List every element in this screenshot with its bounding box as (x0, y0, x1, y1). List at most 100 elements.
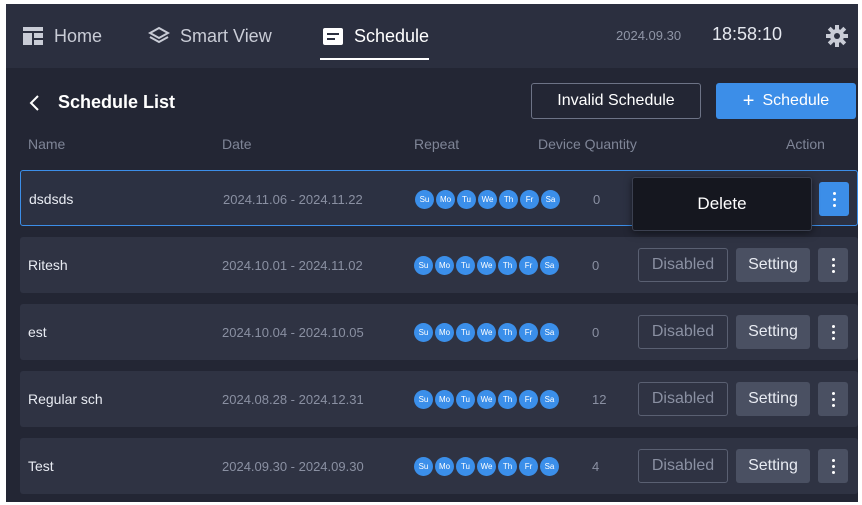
disabled-toggle-button[interactable]: Disabled (638, 382, 728, 416)
day-badge: Mo (435, 389, 454, 409)
schedule-date-range: 2024.11.06 - 2024.11.22 (223, 191, 363, 207)
day-badge: Mo (436, 189, 455, 209)
schedule-name: dsdsds (29, 191, 74, 207)
tab-home[interactable]: Home (20, 4, 102, 68)
day-badge: Su (414, 389, 433, 409)
schedule-date-range: 2024.10.01 - 2024.11.02 (222, 257, 363, 273)
more-vertical-icon (831, 391, 835, 407)
day-badge: Sa (541, 189, 560, 209)
day-badge: We (478, 189, 497, 209)
more-actions-button[interactable] (818, 382, 848, 416)
device-quantity: 0 (593, 191, 601, 207)
day-badge: Sa (540, 389, 559, 409)
day-badge: Fr (519, 255, 538, 275)
delete-menu-item[interactable]: Delete (632, 177, 812, 231)
day-badge: Tu (456, 456, 475, 476)
invalid-schedule-button[interactable]: Invalid Schedule (531, 83, 701, 119)
day-badge: Fr (519, 322, 538, 342)
more-actions-button[interactable] (818, 248, 848, 282)
more-actions-button[interactable] (818, 315, 848, 349)
schedule-icon (320, 25, 346, 47)
tab-schedule-label: Schedule (354, 25, 430, 46)
day-badge: We (477, 322, 496, 342)
tab-home-label: Home (54, 25, 103, 46)
schedule-date-range: 2024.09.30 - 2024.09.30 (222, 458, 364, 474)
day-badge: Mo (435, 322, 454, 342)
day-badge: Mo (435, 255, 454, 275)
column-header-repeat: Repeat (414, 136, 460, 152)
table-row[interactable]: Test 2024.09.30 - 2024.09.30 Su Mo Tu We… (20, 438, 858, 494)
day-badge: Sa (540, 322, 559, 342)
day-badge: Fr (520, 189, 539, 209)
day-badge: Th (498, 389, 517, 409)
add-schedule-button[interactable]: + Schedule (716, 83, 856, 119)
column-header-date: Date (222, 136, 252, 152)
day-badge: Su (415, 189, 434, 209)
day-badge: Su (414, 255, 433, 275)
schedule-date-range: 2024.10.04 - 2024.10.05 (222, 324, 364, 340)
delete-label: Delete (697, 194, 747, 213)
more-vertical-icon (831, 257, 835, 273)
schedule-name: est (28, 324, 47, 340)
day-badge: We (477, 456, 496, 476)
day-badge: We (477, 389, 496, 409)
day-badge: Th (498, 255, 517, 275)
setting-button[interactable]: Setting (736, 449, 810, 483)
day-badge: Su (414, 322, 433, 342)
disabled-toggle-button[interactable]: Disabled (638, 248, 728, 282)
setting-button[interactable]: Setting (736, 382, 810, 416)
table-row[interactable]: Regular sch 2024.08.28 - 2024.12.31 Su M… (20, 371, 858, 427)
back-arrow-icon[interactable] (24, 92, 46, 114)
day-badge: Fr (519, 456, 538, 476)
day-badge: Th (498, 456, 517, 476)
day-badge: Tu (456, 255, 475, 275)
table-row[interactable]: est 2024.10.04 - 2024.10.05 Su Mo Tu We … (20, 304, 858, 360)
day-badge: Fr (519, 389, 538, 409)
day-badge: Tu (457, 189, 476, 209)
column-header-device-quantity: Device Quantity (538, 136, 637, 152)
top-nav-bar: Home Smart View Schedule 2024.09.30 18:5… (6, 4, 858, 68)
more-vertical-icon (831, 458, 835, 474)
table-row[interactable]: Ritesh 2024.10.01 - 2024.11.02 Su Mo Tu … (20, 237, 858, 293)
day-badge: Sa (540, 255, 559, 275)
day-badge: Th (498, 322, 517, 342)
device-quantity: 0 (592, 324, 600, 340)
day-badge: Tu (456, 389, 475, 409)
setting-button[interactable]: Setting (736, 315, 810, 349)
day-badge: We (477, 255, 496, 275)
page-title: Schedule List (58, 92, 176, 112)
schedule-name: Regular sch (28, 391, 103, 407)
day-badge: Su (414, 456, 433, 476)
day-badge: Th (499, 189, 518, 209)
plus-icon: + (742, 90, 755, 112)
day-badge: Tu (456, 322, 475, 342)
device-quantity: 0 (592, 257, 600, 273)
layers-icon (146, 25, 172, 47)
setting-button[interactable]: Setting (736, 248, 810, 282)
device-quantity: 4 (592, 458, 600, 474)
repeat-days: Su Mo Tu We Th Fr Sa (414, 371, 559, 427)
device-quantity: 12 (592, 391, 607, 407)
column-header-action: Action (786, 136, 825, 152)
tab-smart-view[interactable]: Smart View (146, 4, 272, 68)
day-badge: Mo (435, 456, 454, 476)
status-time: 18:58:10 (712, 24, 783, 44)
day-badge: Sa (540, 456, 559, 476)
tab-smart-view-label: Smart View (180, 25, 272, 46)
column-header-name: Name (28, 136, 66, 152)
more-vertical-icon (832, 191, 836, 207)
screen: Home Smart View Schedule 2024.09.30 18:5… (6, 4, 858, 502)
disabled-toggle-button[interactable]: Disabled (638, 315, 728, 349)
add-schedule-label: Schedule (762, 92, 830, 109)
tab-schedule[interactable]: Schedule (320, 4, 430, 68)
more-actions-button[interactable] (819, 182, 849, 216)
schedule-date-range: 2024.08.28 - 2024.12.31 (222, 391, 364, 407)
schedule-name: Ritesh (28, 257, 68, 273)
home-grid-icon (20, 25, 46, 47)
more-actions-button[interactable] (818, 449, 848, 483)
gear-icon[interactable] (825, 24, 849, 48)
repeat-days: Su Mo Tu We Th Fr Sa (414, 304, 559, 360)
more-vertical-icon (831, 324, 835, 340)
repeat-days: Su Mo Tu We Th Fr Sa (414, 237, 559, 293)
disabled-toggle-button[interactable]: Disabled (638, 449, 728, 483)
